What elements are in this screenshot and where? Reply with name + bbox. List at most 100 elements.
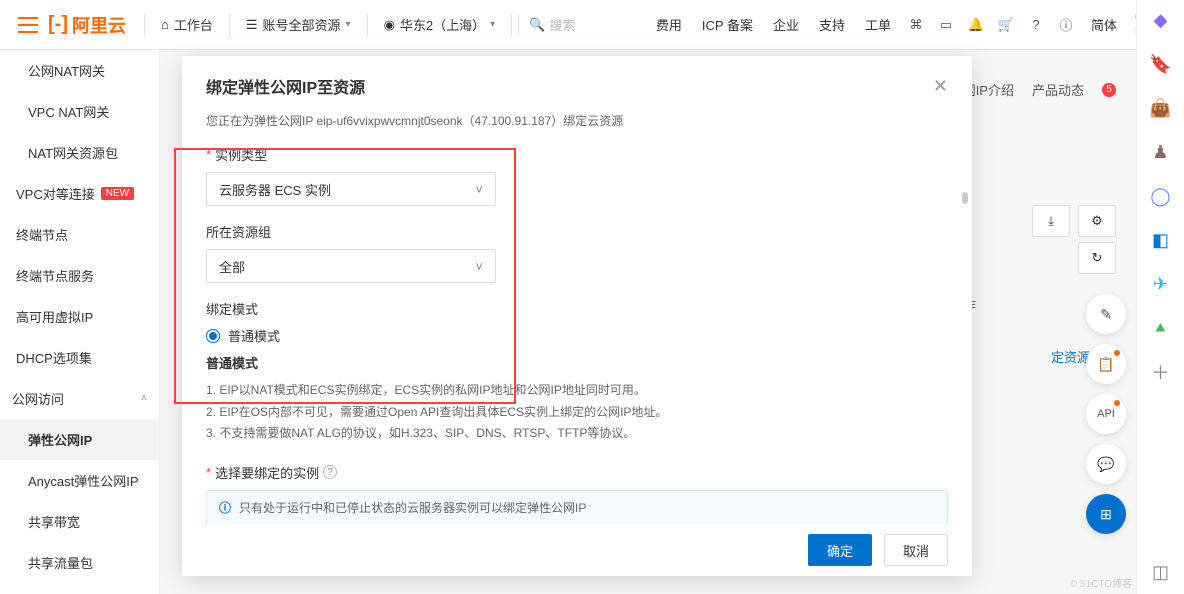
bind-eip-modal: 绑定弹性公网IP至资源 ✕ 您正在为弹性公网IP eip-uf6vvixpwvc… <box>182 56 972 576</box>
float-chat-button[interactable]: 💬 <box>1086 444 1126 484</box>
help-icon[interactable]: ? <box>1021 10 1051 40</box>
home-icon: ⌂ <box>161 17 169 32</box>
right-rail: ◆ 🔖 👜 ♟ ◯ ◧ ✈ ⯅ ＋ ◫ <box>1136 0 1184 594</box>
rail-diamond-icon[interactable]: ◆ <box>1149 8 1173 32</box>
sidebar-item-eip[interactable]: 弹性公网IP <box>0 419 159 460</box>
rail-circle-icon[interactable]: ◯ <box>1149 184 1173 208</box>
rail-plus-icon[interactable]: ＋ <box>1149 360 1173 384</box>
brand-text: 阿里云 <box>72 12 126 38</box>
search-icon: 🔍 <box>529 17 545 33</box>
search-input[interactable]: 🔍 搜索 <box>518 15 608 34</box>
cancel-button[interactable]: 取消 <box>884 534 948 566</box>
new-badge: NEW <box>101 187 134 200</box>
rail-chess-icon[interactable]: ♟ <box>1149 140 1173 164</box>
table-toolbar-2: ↻ <box>1078 242 1116 274</box>
sidebar-item-shared-pkg[interactable]: 共享流量包 <box>0 542 159 583</box>
scrollbar-thumb[interactable] <box>962 192 968 204</box>
workspace-link[interactable]: ⌂ 工作台 <box>151 15 223 34</box>
help-tooltip-icon[interactable]: ? <box>323 465 337 479</box>
download-button[interactable]: ⤓ <box>1032 205 1070 237</box>
chat-icon: 💬 <box>1097 456 1114 473</box>
select-value: 云服务器 ECS 实例 <box>219 180 331 199</box>
sidebar-item-vpc-peer[interactable]: VPC对等连接 NEW <box>0 173 159 214</box>
top-bar: [-] 阿里云 ⌂ 工作台 ☰ 账号全部资源 ▾ ◉ 华东2（上海） ▾ 🔍 搜… <box>0 0 1184 50</box>
clipboard-icon: 📋 <box>1097 356 1114 373</box>
sidebar-item-nat-vpc[interactable]: VPC NAT网关 <box>0 91 159 132</box>
chevron-down-icon: ▾ <box>490 19 495 30</box>
chevron-down-icon: ▾ <box>346 19 351 30</box>
nav-enterprise[interactable]: 企业 <box>763 15 809 34</box>
modal-header: 绑定弹性公网IP至资源 ✕ <box>182 56 972 112</box>
account-scope-dropdown[interactable]: ☰ 账号全部资源 ▾ <box>236 15 361 34</box>
float-edit-button[interactable]: ✎ <box>1086 294 1126 334</box>
confirm-button[interactable]: 确定 <box>808 534 872 566</box>
nav-support[interactable]: 支持 <box>809 15 855 34</box>
nav-icp[interactable]: ICP 备案 <box>692 15 763 34</box>
cloud-shell-icon[interactable]: ⌘ <box>901 10 931 40</box>
region-label: 华东2（上海） <box>400 15 485 34</box>
notification-dot <box>1114 350 1120 356</box>
bind-resource-link[interactable]: 定资源 <box>1051 347 1090 366</box>
lang-switch[interactable]: 简体 <box>1081 15 1127 34</box>
settings-button[interactable]: ⚙ <box>1078 205 1116 237</box>
info-banner: ⓘ 只有处于运行中和已停止状态的云服务器实例可以绑定弹性公网IP <box>206 490 948 524</box>
sidebar-item-shared-bw[interactable]: 共享带宽 <box>0 501 159 542</box>
rail-tag-icon[interactable]: 🔖 <box>1149 52 1173 76</box>
sidebar-item-nat-pkg[interactable]: NAT网关资源包 <box>0 132 159 173</box>
rail-send-icon[interactable]: ✈ <box>1149 272 1173 296</box>
mode-line: 3. 不支持需要做NAT ALG的协议，如H.323、SIP、DNS、RTSP、… <box>206 423 948 445</box>
mode-line: 2. EIP在OS内部不可见，需要通过Open API查询出具体ECS实例上绑定… <box>206 402 948 424</box>
workspace-label: 工作台 <box>174 15 213 34</box>
separator <box>367 13 368 37</box>
notification-badge: 5 <box>1102 83 1116 97</box>
separator <box>511 13 512 37</box>
hamburger-menu[interactable] <box>8 5 48 45</box>
close-icon[interactable]: ✕ <box>933 76 948 97</box>
sidebar-item-ipv6gw[interactable]: IPv6网关 <box>0 583 159 594</box>
region-dropdown[interactable]: ◉ 华东2（上海） ▾ <box>374 15 506 34</box>
monitor-icon[interactable]: ▭ <box>931 10 961 40</box>
float-grid-button[interactable]: ⊞ <box>1086 494 1126 534</box>
label-text: 实例类型 <box>215 145 267 164</box>
info-icon[interactable]: ⓘ <box>1051 10 1081 40</box>
nav-billing[interactable]: 费用 <box>646 15 692 34</box>
sidebar-item-anycast[interactable]: Anycast弹性公网IP <box>0 460 159 501</box>
instance-type-select[interactable]: 云服务器 ECS 实例 ˅ <box>206 172 496 206</box>
resource-group-select[interactable]: 全部 ˅ <box>206 249 496 283</box>
label-text: 选择要绑定的实例 <box>215 463 319 482</box>
sidebar-item-endpoint-svc[interactable]: 终端节点服务 <box>0 255 159 296</box>
required-marker: * <box>206 147 211 162</box>
rail-tree-icon[interactable]: ⯅ <box>1149 316 1173 340</box>
sidebar-item-endpoint[interactable]: 终端节点 <box>0 214 159 255</box>
mode-line: 1. EIP以NAT模式和ECS实例绑定，ECS实例的私网IP地址和公网IP地址… <box>206 380 948 402</box>
rail-panel-icon[interactable]: ◫ <box>1149 560 1173 584</box>
instance-type-label: * 实例类型 <box>206 145 948 164</box>
nav-ticket[interactable]: 工单 <box>855 15 901 34</box>
rail-bag-icon[interactable]: 👜 <box>1149 96 1173 120</box>
bell-icon[interactable]: 🔔 <box>961 10 991 40</box>
tab-news[interactable]: 产品动态 <box>1032 80 1084 99</box>
float-clip-button[interactable]: 📋 <box>1086 344 1126 384</box>
mode-title: 普通模式 <box>206 353 948 372</box>
required-marker: * <box>206 465 211 480</box>
cart-icon[interactable]: 🛒 <box>991 10 1021 40</box>
modal-footer: 确定 取消 <box>182 524 972 576</box>
refresh-button[interactable]: ↻ <box>1078 242 1116 274</box>
chevron-down-icon: ˅ <box>475 259 483 274</box>
float-api-button[interactable]: API <box>1086 394 1126 434</box>
watermark: © 51CTO博客 <box>1070 575 1132 590</box>
sidebar-section-public[interactable]: 公网访问 ˄ <box>0 378 159 419</box>
sidebar-item-dhcp[interactable]: DHCP选项集 <box>0 337 159 378</box>
sidebar-item-havip[interactable]: 高可用虚拟IP <box>0 296 159 337</box>
chevron-down-icon: ˅ <box>475 182 483 197</box>
account-scope-label: 账号全部资源 <box>263 15 341 34</box>
sidebar-item-label: VPC对等连接 <box>16 184 95 203</box>
sidebar: 公网NAT网关 VPC NAT网关 NAT网关资源包 VPC对等连接 NEW 终… <box>0 50 160 594</box>
modal-body: 您正在为弹性公网IP eip-uf6vvixpwvcmnjt0seonk（47.… <box>182 112 972 524</box>
sidebar-item-nat-public[interactable]: 公网NAT网关 <box>0 50 159 91</box>
bind-mode-radio-normal[interactable]: 普通模式 <box>206 326 948 345</box>
rail-outlook-icon[interactable]: ◧ <box>1149 228 1173 252</box>
radio-checked-icon <box>206 329 220 343</box>
search-placeholder: 搜索 <box>549 15 575 34</box>
brand-logo[interactable]: [-] 阿里云 <box>48 12 126 38</box>
